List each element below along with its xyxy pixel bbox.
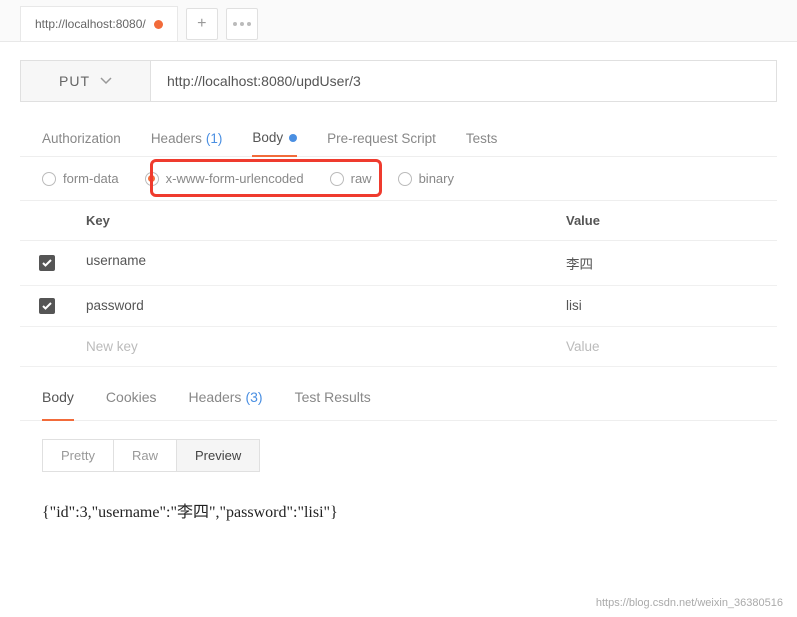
radio-urlencoded[interactable]: x-www-form-urlencoded [145,171,304,186]
resp-headers-count: (3) [245,389,262,405]
radio-form-data[interactable]: form-data [42,171,119,186]
key-cell[interactable]: username [74,253,554,273]
value-cell[interactable]: 李四 [554,253,777,273]
tab-bar: http://localhost:8080/ + [0,0,797,42]
table-row[interactable]: password lisi [20,286,777,327]
row-checkbox[interactable] [39,298,55,314]
resp-tab-headers[interactable]: Headers(3) [189,375,263,420]
watermark: https://blog.csdn.net/weixin_36380516 [596,597,783,609]
tab-authorization[interactable]: Authorization [42,120,121,156]
key-header: Key [74,213,554,228]
new-value-input[interactable]: Value [554,339,777,354]
radio-icon [398,172,412,186]
new-key-input[interactable]: New key [74,339,554,354]
http-method-select[interactable]: PUT [21,61,151,101]
view-mode-group: Pretty Raw Preview [42,439,260,472]
tab-body[interactable]: Body [252,120,297,157]
request-tabs: Authorization Headers(1) Body Pre-reques… [20,120,777,157]
view-raw[interactable]: Raw [113,440,176,471]
kv-header-row: Key Value [20,201,777,241]
radio-binary[interactable]: binary [398,171,454,186]
resp-tab-body[interactable]: Body [42,375,74,421]
tab-prerequest[interactable]: Pre-request Script [327,120,436,156]
view-preview[interactable]: Preview [176,440,259,471]
chevron-down-icon [100,77,112,85]
radio-checked-icon [145,172,159,186]
new-tab-button[interactable]: + [186,8,218,40]
body-active-dot-icon [289,134,297,142]
tab-title: http://localhost:8080/ [35,17,146,31]
response-tabs: Body Cookies Headers(3) Test Results [20,375,777,421]
resp-tab-cookies[interactable]: Cookies [106,375,157,420]
table-row[interactable]: username 李四 [20,241,777,286]
body-type-selector: form-data x-www-form-urlencoded raw bina… [20,157,777,200]
headers-count: (1) [206,131,223,146]
radio-icon [330,172,344,186]
radio-raw[interactable]: raw [330,171,372,186]
method-label: PUT [59,73,90,89]
kv-table: Key Value username 李四 password lisi New … [20,200,777,367]
key-cell[interactable]: password [74,298,554,314]
unsaved-dot-icon [154,20,163,29]
request-tab[interactable]: http://localhost:8080/ [20,6,178,41]
view-pretty[interactable]: Pretty [43,440,113,471]
main-area: PUT Authorization Headers(1) Body Pre-re… [0,42,797,544]
url-input[interactable] [151,61,776,101]
response-body: {"id":3,"username":"李四","password":"lisi… [20,490,777,544]
request-row: PUT [20,60,777,102]
tab-tests[interactable]: Tests [466,120,498,156]
row-checkbox[interactable] [39,255,55,271]
table-row-new[interactable]: New key Value [20,327,777,367]
tab-menu-button[interactable] [226,8,258,40]
value-header: Value [554,213,777,228]
tab-headers[interactable]: Headers(1) [151,120,223,156]
value-cell[interactable]: lisi [554,298,777,314]
radio-icon [42,172,56,186]
resp-tab-test-results[interactable]: Test Results [295,375,371,420]
